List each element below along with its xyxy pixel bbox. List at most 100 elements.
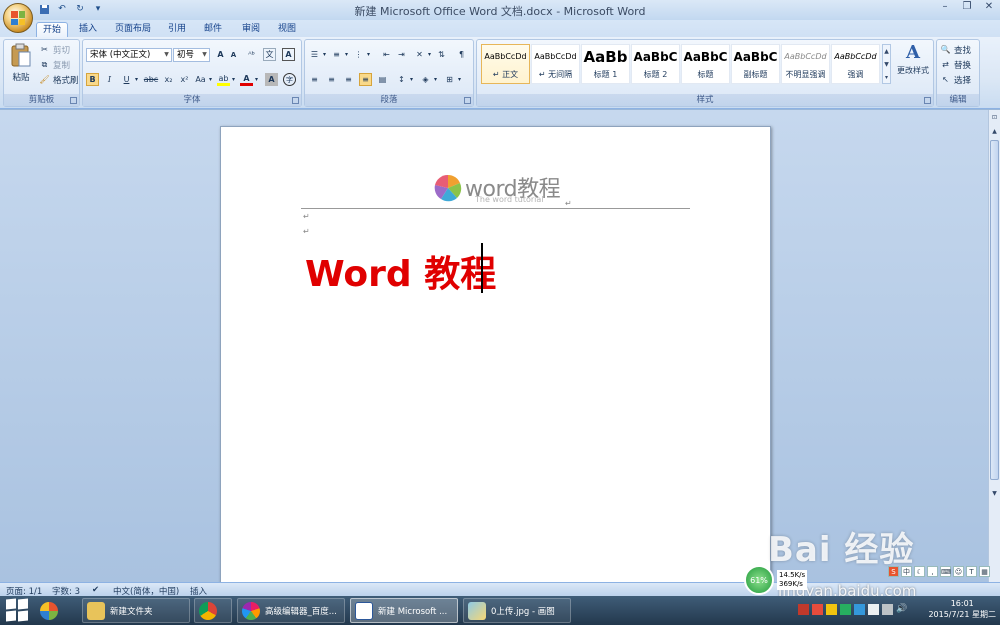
- increase-indent-button[interactable]: ⇥: [395, 48, 408, 61]
- ime-punct-icon[interactable]: ,: [927, 566, 938, 577]
- document-heading[interactable]: Word 教程: [305, 245, 496, 297]
- taskbar-item-browser[interactable]: [194, 598, 232, 623]
- tab-home[interactable]: 开始: [36, 22, 68, 38]
- cut-button[interactable]: ✂ 剪切: [38, 43, 70, 56]
- font-size-select[interactable]: 初号 ▼: [173, 48, 210, 62]
- tray-shield-icon[interactable]: [854, 604, 865, 615]
- ruler-toggle-icon[interactable]: ⊡: [990, 114, 999, 123]
- character-border-button[interactable]: A: [282, 48, 295, 61]
- numbering-button[interactable]: ≡ ▾: [330, 48, 348, 61]
- superscript-button[interactable]: x²: [178, 73, 191, 86]
- tab-mailings[interactable]: 邮件: [198, 22, 228, 38]
- show-marks-button[interactable]: ¶: [455, 48, 468, 61]
- align-center-button[interactable]: ≡: [325, 73, 338, 86]
- select-button[interactable]: ↖ 选择: [939, 73, 971, 86]
- justify-button[interactable]: ≡: [359, 73, 372, 86]
- align-right-button[interactable]: ≡: [342, 73, 355, 86]
- taskbar-item-editor[interactable]: 高级编辑器_百度...: [237, 598, 345, 623]
- style-subtitle[interactable]: AaBbC 副标题: [731, 44, 780, 84]
- tray-antivirus-icon[interactable]: [798, 604, 809, 615]
- decrease-indent-button[interactable]: ⇤: [380, 48, 393, 61]
- styles-dialog-launcher[interactable]: [924, 97, 931, 104]
- network-speed-widget[interactable]: 61% 14.5K/s 369K/s: [744, 565, 808, 595]
- line-spacing-button[interactable]: ↕ ▾: [395, 73, 413, 86]
- vertical-scrollbar[interactable]: ⊡ ▲ ▼: [988, 110, 1000, 582]
- taskbar-pin-app[interactable]: [36, 598, 80, 623]
- close-icon[interactable]: ✕: [982, 1, 996, 12]
- scroll-up-icon[interactable]: ▲: [990, 128, 999, 137]
- borders-button[interactable]: ⊞ ▾: [443, 73, 461, 86]
- ime-moon-icon[interactable]: ☾: [914, 566, 925, 577]
- multilevel-list-button[interactable]: ⋮ ▾: [352, 48, 371, 61]
- bold-button[interactable]: B: [86, 73, 99, 86]
- font-name-select[interactable]: 宋体 (中文正文) ▼: [86, 48, 172, 62]
- distribute-button[interactable]: ▤: [376, 73, 389, 86]
- start-button[interactable]: [6, 598, 28, 622]
- minimize-icon[interactable]: –: [938, 1, 952, 12]
- proofing-icon[interactable]: ✔: [92, 585, 99, 595]
- find-button[interactable]: 🔍 查找: [939, 43, 972, 56]
- tab-review[interactable]: 审阅: [236, 22, 266, 38]
- style-heading-2[interactable]: AaBbC 标题 2: [631, 44, 680, 84]
- tab-insert[interactable]: 插入: [72, 22, 104, 38]
- align-left-button[interactable]: ≡: [308, 73, 321, 86]
- taskbar-item-paint[interactable]: 0上传.jpg - 画图: [463, 598, 571, 623]
- replace-button[interactable]: ⇄ 替换: [939, 58, 971, 71]
- grow-font-button[interactable]: A: [214, 48, 227, 61]
- scrollbar-thumb[interactable]: [990, 140, 999, 480]
- font-size-value: 初号: [177, 50, 195, 60]
- style-title[interactable]: AaBbC 标题: [681, 44, 730, 84]
- ime-keyboard-icon[interactable]: ⌨: [940, 566, 951, 577]
- paragraph-dialog-launcher[interactable]: [464, 97, 471, 104]
- phonetic-guide-button[interactable]: 文: [263, 48, 276, 61]
- taskbar-item-folder[interactable]: 新建文件夹: [82, 598, 190, 623]
- paste-button[interactable]: 粘贴: [7, 43, 35, 83]
- tab-page-layout[interactable]: 页面布局: [110, 22, 156, 38]
- chinese-layout-icon: ✕: [416, 50, 423, 59]
- shading-button[interactable]: ◈ ▾: [419, 73, 437, 86]
- italic-button[interactable]: I: [103, 73, 116, 86]
- change-styles-button[interactable]: A 更改样式: [894, 42, 932, 76]
- clock[interactable]: 16:01 2015/7/21 星期二: [928, 598, 996, 620]
- tray-wifi-icon[interactable]: [882, 604, 893, 615]
- tab-view[interactable]: 视图: [272, 22, 302, 38]
- ime-grid-icon[interactable]: ▦: [979, 566, 990, 577]
- shrink-font-button[interactable]: A: [227, 48, 240, 61]
- sort-button[interactable]: ⇅: [435, 48, 448, 61]
- taskbar-item-word[interactable]: 新建 Microsoft ...: [350, 598, 458, 623]
- font-dialog-launcher[interactable]: [292, 97, 299, 104]
- tray-alert-icon[interactable]: [812, 604, 823, 615]
- scroll-down-icon[interactable]: ▼: [990, 490, 999, 499]
- tab-references[interactable]: 引用: [162, 22, 192, 38]
- tray-volume-icon[interactable]: 🔊: [896, 604, 907, 615]
- change-case-button[interactable]: Aa ▾: [194, 73, 212, 86]
- styles-gallery-scroll[interactable]: ▲ ▼ ▾: [882, 44, 891, 84]
- enclose-chars-button[interactable]: 字: [283, 73, 296, 86]
- style-heading-1[interactable]: AaBb 标题 1: [581, 44, 630, 84]
- format-painter-button[interactable]: 🖌 格式刷: [38, 73, 78, 86]
- style-subtle-emphasis[interactable]: AaBbCcDd 不明显强调: [781, 44, 830, 84]
- restore-icon[interactable]: ❐: [960, 1, 974, 12]
- tray-network-icon[interactable]: [826, 604, 837, 615]
- ime-user-icon[interactable]: ☺: [953, 566, 964, 577]
- bullets-button[interactable]: ☰ ▾: [308, 48, 326, 61]
- clear-format-button[interactable]: ᴬᵇ: [245, 48, 258, 61]
- font-color-button[interactable]: A ▾: [240, 73, 258, 86]
- char-shading-button[interactable]: A: [265, 73, 278, 86]
- strikethrough-button[interactable]: abc: [143, 73, 159, 86]
- chinese-layout-button[interactable]: ✕ ▾: [413, 48, 431, 61]
- underline-button[interactable]: U ▾: [120, 73, 138, 86]
- style-normal[interactable]: AaBbCcDd ↵ 正文: [481, 44, 530, 84]
- office-button[interactable]: [3, 3, 33, 33]
- style-emphasis[interactable]: AaBbCcDd 强调: [831, 44, 880, 84]
- tray-security-icon[interactable]: [840, 604, 851, 615]
- clipboard-dialog-launcher[interactable]: [70, 97, 77, 104]
- picasa-icon: [242, 601, 260, 620]
- document-page[interactable]: word教程 The word tutorial ↵ ↵ ↵ Word 教程: [220, 126, 771, 596]
- style-no-spacing[interactable]: AaBbCcDd ↵ 无间隔: [531, 44, 580, 84]
- copy-button[interactable]: ⧉ 复制: [38, 58, 70, 71]
- highlight-button[interactable]: ab ▾: [217, 73, 235, 86]
- tray-flag-icon[interactable]: [868, 604, 879, 615]
- subscript-button[interactable]: x₂: [162, 73, 175, 86]
- ime-shirt-icon[interactable]: T: [966, 566, 977, 577]
